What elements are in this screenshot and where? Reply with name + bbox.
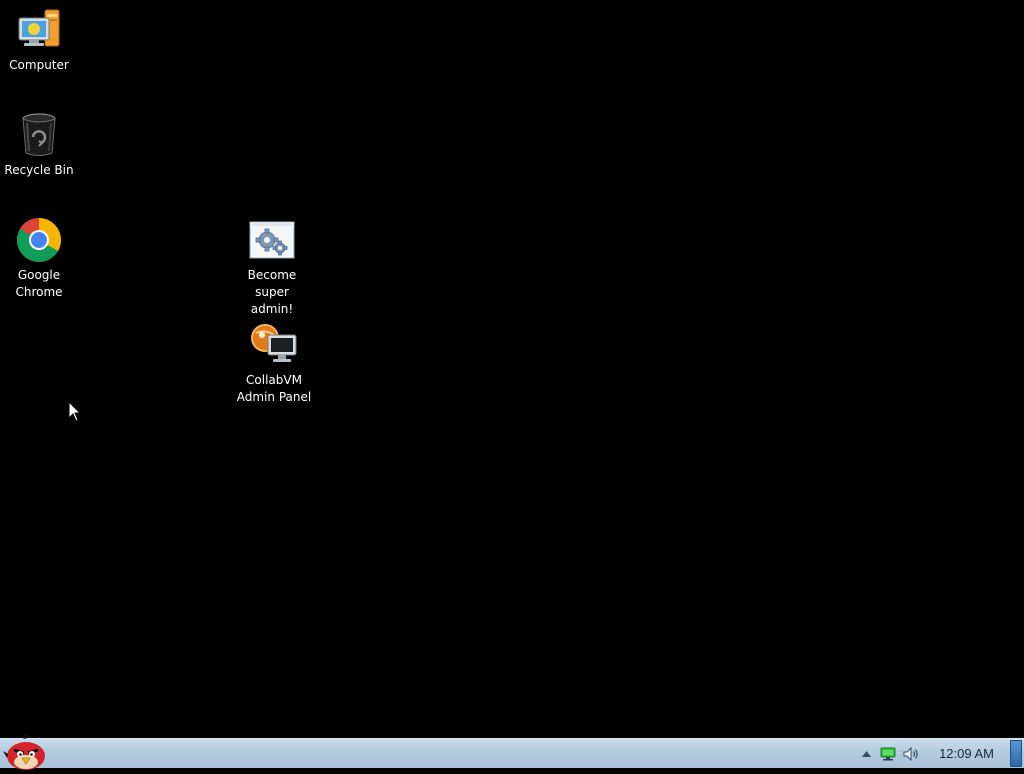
desktop-icon-label: CollabVM Admin Panel xyxy=(236,373,312,404)
desktop[interactable]: Computer Recycle Bin Google Chrome Becom… xyxy=(0,0,1024,738)
volume-button[interactable] xyxy=(901,739,923,769)
network-status-button[interactable] xyxy=(875,739,901,769)
angry-bird-start-icon xyxy=(3,734,45,770)
start-button[interactable] xyxy=(2,732,50,770)
gears-settings-icon xyxy=(249,221,295,259)
taskbar: 12:09 AM xyxy=(0,734,1024,770)
clock[interactable]: 12:09 AM xyxy=(923,739,1006,769)
desktop-icon-label: Google Chrome xyxy=(15,268,63,299)
collabvm-monitor-icon xyxy=(251,324,297,362)
desktop-icon-google-chrome[interactable]: Google Chrome xyxy=(1,216,77,301)
mouse-pointer-icon xyxy=(68,401,82,422)
desktop-icon-label: Computer xyxy=(9,58,69,72)
recycle-bin-icon xyxy=(22,113,56,156)
chevron-up-icon xyxy=(861,751,871,757)
show-desktop-button[interactable] xyxy=(1010,740,1022,767)
desktop-icon-label: Become super admin! xyxy=(247,268,297,316)
desktop-icon-computer[interactable]: Computer xyxy=(1,6,77,74)
system-tray: 12:09 AM xyxy=(857,739,1006,769)
computer-icon xyxy=(18,9,60,47)
desktop-icon-label: Recycle Bin xyxy=(4,163,74,177)
volume-icon xyxy=(903,747,918,761)
desktop-icon-recycle-bin[interactable]: Recycle Bin xyxy=(1,111,77,179)
network-icon xyxy=(880,747,896,761)
desktop-icon-become-super-admin[interactable]: Become super admin! xyxy=(234,216,310,318)
desktop-icon-collabvm-admin-panel[interactable]: CollabVM Admin Panel xyxy=(234,321,314,406)
show-hidden-icons-button[interactable] xyxy=(857,739,875,769)
chrome-icon xyxy=(17,218,61,262)
